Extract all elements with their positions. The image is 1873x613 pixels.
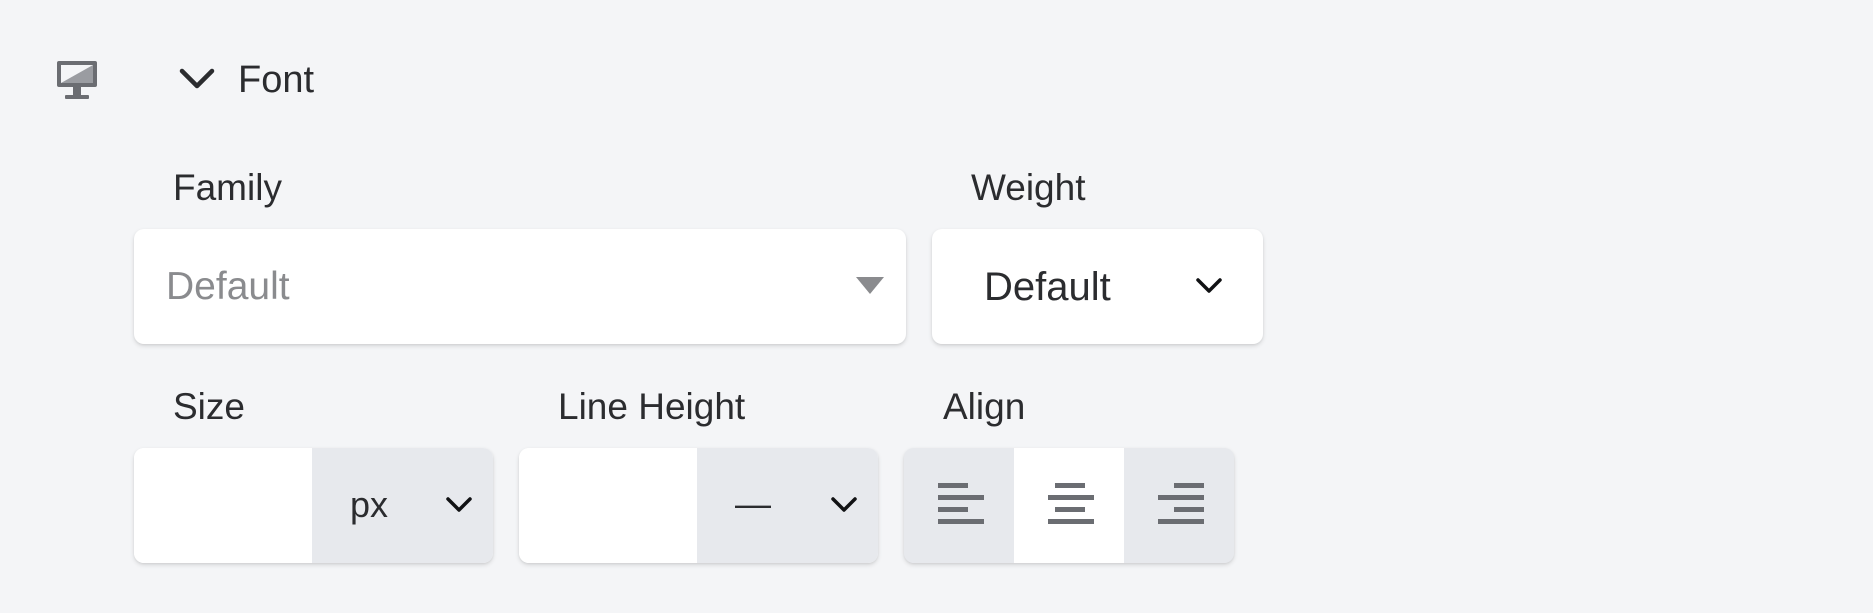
font-weight-value: Default xyxy=(984,265,1111,309)
section-title: Font xyxy=(238,59,315,101)
font-family-select[interactable]: Default xyxy=(134,229,906,344)
weight-label: Weight xyxy=(971,167,1086,208)
align-right-button[interactable] xyxy=(1124,448,1234,563)
text-align-control xyxy=(904,448,1234,563)
section-collapse-toggle[interactable] xyxy=(178,64,216,94)
font-weight-select[interactable]: Default xyxy=(932,229,1263,344)
caret-down-icon xyxy=(856,277,884,294)
align-center-icon xyxy=(1048,483,1094,524)
line-height-control: — xyxy=(519,448,878,563)
line-height-label: Line Height xyxy=(558,386,746,427)
align-center-button[interactable] xyxy=(1014,448,1124,563)
font-size-input[interactable] xyxy=(134,448,312,563)
font-size-unit-value: px xyxy=(350,484,389,525)
size-label: Size xyxy=(173,386,245,427)
line-height-unit-value: — xyxy=(735,483,771,524)
align-label: Align xyxy=(943,386,1026,427)
chevron-down-icon xyxy=(446,497,472,512)
chevron-down-icon xyxy=(831,497,857,512)
line-height-input[interactable] xyxy=(519,448,697,563)
line-height-unit-select[interactable]: — xyxy=(697,448,878,563)
align-right-icon xyxy=(1158,483,1204,524)
family-label: Family xyxy=(173,167,282,208)
font-family-value: Default xyxy=(166,265,290,308)
chevron-down-icon xyxy=(1196,278,1222,293)
desktop-monitor-icon[interactable] xyxy=(56,58,98,102)
align-left-icon xyxy=(938,483,984,524)
align-left-button[interactable] xyxy=(904,448,1014,563)
font-size-unit-select[interactable]: px xyxy=(312,448,493,563)
font-size-control: px xyxy=(134,448,493,563)
chevron-down-icon xyxy=(179,68,215,89)
